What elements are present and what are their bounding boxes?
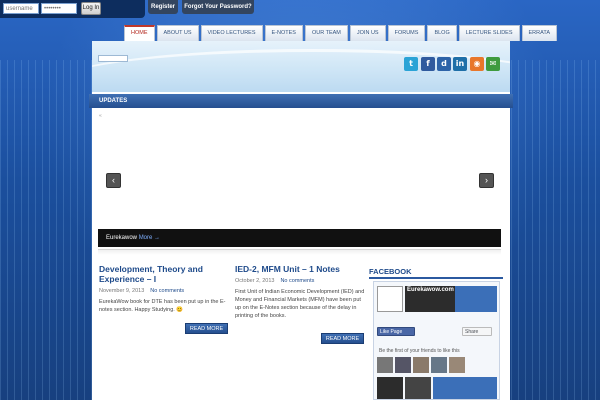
facebook-post-text-block <box>433 377 497 399</box>
facebook-fan-avatar[interactable] <box>413 357 429 373</box>
password-input[interactable] <box>41 3 77 14</box>
post-excerpt: EurekaWow book for DTE has been put up i… <box>99 299 226 313</box>
main-nav: HOME ABOUT US VIDEO LECTURES E-NOTES OUR… <box>124 25 559 41</box>
post-meta: October 2, 2013 No comments <box>235 278 365 284</box>
featured-slider: « ‹ › Eurekawow More → <box>98 113 501 289</box>
slider-progress-strip <box>98 249 501 255</box>
facebook-widget: Eurekawow.com Like Page Share Be the fir… <box>373 281 500 400</box>
twitter-icon[interactable]: t <box>404 57 418 71</box>
facebook-share-button[interactable]: Share <box>462 327 492 336</box>
register-link[interactable]: Register <box>148 0 178 14</box>
facebook-like-button[interactable]: Like Page <box>377 327 415 336</box>
slider-image-marker: « <box>99 113 102 119</box>
post-title[interactable]: IED-2, MFM Unit – 1 Notes <box>235 264 365 274</box>
updates-bar: UPDATES <box>89 94 513 108</box>
nav-item-join-us[interactable]: JOIN US <box>349 25 386 41</box>
background-pattern-right <box>504 60 600 400</box>
digg-icon[interactable]: d <box>437 57 451 71</box>
nav-item-video-lectures[interactable]: VIDEO LECTURES <box>200 25 263 41</box>
page-container: t f d in ◉ ✉ UPDATES « ‹ › Eurekawow Mor… <box>89 41 513 400</box>
slider-caption: Eurekawow More → <box>98 229 501 247</box>
username-input[interactable] <box>3 3 39 14</box>
facebook-fan-avatar[interactable] <box>377 357 393 373</box>
login-bar: Log In <box>0 0 145 18</box>
post-comments-link[interactable]: No comments <box>280 278 314 284</box>
slider-more-link[interactable]: More → <box>139 235 160 241</box>
nav-item-e-notes[interactable]: E-NOTES <box>264 25 303 41</box>
site-logo[interactable] <box>98 55 128 62</box>
facebook-page-avatar[interactable] <box>377 286 403 312</box>
facebook-cover-text <box>455 286 497 312</box>
facebook-title-underline <box>369 277 503 279</box>
nav-item-our-team[interactable]: OUR TEAM <box>304 25 348 41</box>
nav-item-home[interactable]: HOME <box>124 25 155 41</box>
facebook-page-name[interactable]: Eurekawow.com <box>407 287 454 293</box>
post-title-line[interactable]: IED-2, MFM Unit – 1 Notes <box>235 264 365 274</box>
rss-icon[interactable]: ◉ <box>470 57 484 71</box>
slider-caption-title: Eurekawow <box>106 235 138 241</box>
read-more-button[interactable]: READ MORE <box>321 333 364 344</box>
linkedin-icon[interactable]: in <box>453 57 467 71</box>
slider-prev-button[interactable]: ‹ <box>106 173 121 188</box>
facebook-fan-avatar[interactable] <box>395 357 411 373</box>
nav-item-forums[interactable]: FORUMS <box>387 25 426 41</box>
nav-item-about-us[interactable]: ABOUT US <box>156 25 199 41</box>
login-button[interactable]: Log In <box>81 2 101 15</box>
post-title[interactable]: Development, Theory and Experience – I <box>99 264 231 284</box>
updates-label: UPDATES <box>99 98 128 104</box>
nav-item-blog[interactable]: BLOG <box>427 25 457 41</box>
post-card: Development, Theory and Experience – I N… <box>99 264 231 314</box>
facebook-post-thumbnail[interactable] <box>405 377 431 399</box>
nav-item-lecture-slides[interactable]: LECTURE SLIDES <box>458 25 520 41</box>
facebook-post-thumbnail[interactable] <box>377 377 403 399</box>
forgot-password-link[interactable]: Forgot Your Password? <box>182 0 254 14</box>
post-excerpt: First Unit of Indian Economic Developmen… <box>235 289 365 319</box>
facebook-widget-title: FACEBOOK <box>369 267 412 276</box>
post-meta: November 9, 2013 No comments <box>99 288 231 294</box>
post-title-line[interactable]: Experience – I <box>99 274 231 284</box>
background-pattern-left <box>0 60 92 400</box>
facebook-fan-avatar[interactable] <box>449 357 465 373</box>
slider-next-button[interactable]: › <box>479 173 494 188</box>
nav-item-errata[interactable]: ERRATA <box>521 25 557 41</box>
facebook-fan-avatar[interactable] <box>431 357 447 373</box>
facebook-friends-text: Be the first of your friends to like thi… <box>379 348 460 354</box>
post-card: IED-2, MFM Unit – 1 Notes October 2, 201… <box>235 264 365 320</box>
post-date: October 2, 2013 <box>235 278 275 284</box>
post-comments-link[interactable]: No comments <box>150 288 184 294</box>
site-header: t f d in ◉ ✉ <box>92 41 510 92</box>
email-icon[interactable]: ✉ <box>486 57 500 71</box>
facebook-icon[interactable]: f <box>421 57 435 71</box>
post-date: November 9, 2013 <box>99 288 145 294</box>
post-title-line[interactable]: Development, Theory and <box>99 264 231 274</box>
read-more-button[interactable]: READ MORE <box>185 323 228 334</box>
